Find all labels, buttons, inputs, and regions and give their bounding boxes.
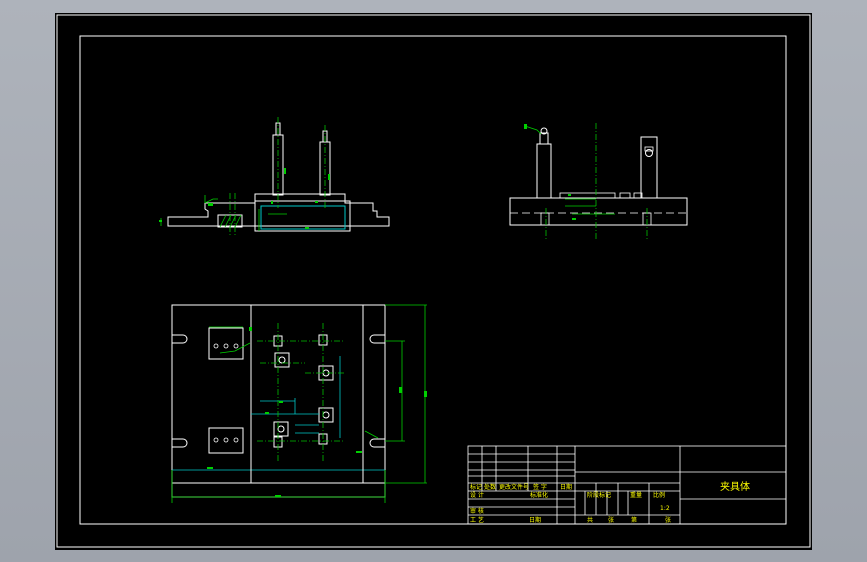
top-locator-upper bbox=[208, 327, 244, 360]
tb-header-weight: 重量 bbox=[630, 491, 642, 499]
cad-drawing: 标记 处数 更改文件号 签 字 日期 设 计 标准化 阶段标记 重量 比例 审 … bbox=[56, 14, 811, 548]
front-view bbox=[159, 117, 390, 235]
outer-border bbox=[56, 14, 811, 548]
tb-sheets-unit1: 张 bbox=[608, 516, 614, 524]
tb-header-changefile: 更改文件号 bbox=[499, 483, 529, 491]
tb-header-scale: 比例 bbox=[653, 491, 665, 499]
tb-scale-value: 1:2 bbox=[660, 505, 670, 512]
cad-viewport[interactable]: 标记 处数 更改文件号 签 字 日期 设 计 标准化 阶段标记 重量 比例 审 … bbox=[55, 13, 812, 550]
tb-part-name: 夹具体 bbox=[720, 480, 750, 493]
tb-sheets-unit2: 张 bbox=[665, 516, 671, 524]
tb-header-sign: 签 字 bbox=[533, 483, 547, 491]
tb-header-review: 审 核 bbox=[470, 507, 484, 515]
side-column-left bbox=[536, 143, 552, 199]
front-base-outline bbox=[167, 193, 390, 227]
side-base bbox=[509, 197, 688, 226]
tb-header-design: 设 计 bbox=[470, 491, 484, 499]
tb-header-process: 工 艺 bbox=[470, 516, 484, 524]
tb-header-count: 处数 bbox=[484, 483, 496, 491]
tb-header-mark: 标记 bbox=[470, 483, 482, 491]
tb-sheet-number: 第 bbox=[631, 516, 637, 524]
tb-header-date2: 日期 bbox=[529, 516, 541, 524]
tb-header-stage: 阶段标记 bbox=[587, 491, 611, 499]
tb-sheets-total: 共 bbox=[587, 516, 593, 524]
side-view bbox=[509, 123, 688, 241]
top-view bbox=[171, 304, 427, 503]
tb-header-date: 日期 bbox=[560, 483, 572, 491]
tb-header-standard: 标准化 bbox=[530, 491, 548, 499]
side-column-right bbox=[640, 136, 658, 199]
